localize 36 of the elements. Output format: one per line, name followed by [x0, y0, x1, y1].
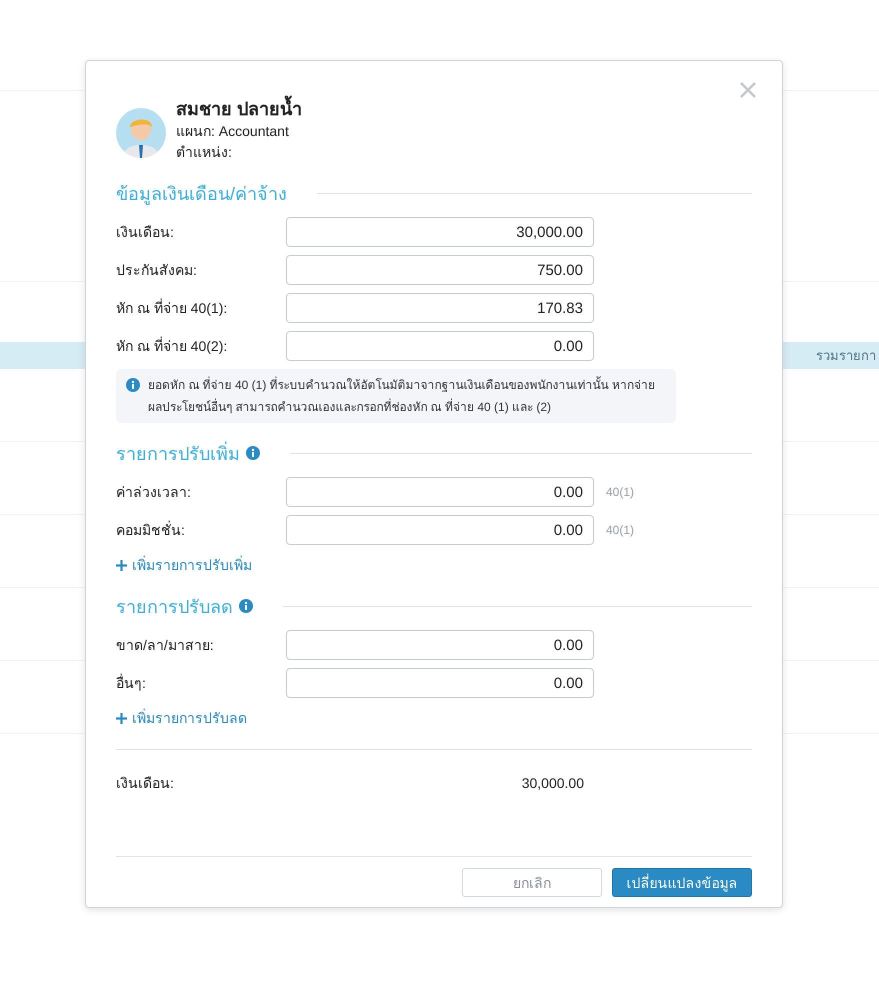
close-icon[interactable]: [740, 82, 756, 98]
input-field[interactable]: 0.00: [286, 668, 594, 698]
add-item-link[interactable]: เพิ่มรายการปรับเพิ่ม: [116, 554, 252, 576]
column-header: รวมรายกา: [816, 347, 876, 365]
field-label: หัก ณ ที่จ่าย 40(1):: [116, 298, 228, 318]
add-item-link[interactable]: เพิ่มรายการปรับลด: [116, 707, 247, 729]
info-icon: [126, 378, 140, 392]
input-field[interactable]: 30,000.00: [286, 217, 594, 247]
avatar-icon: [116, 108, 166, 158]
section-title: ข้อมูลเงินเดือน/ค่าจ้าง: [116, 182, 288, 207]
field-label: คอมมิชชั่น:: [116, 520, 186, 540]
section-title: รายการปรับลด: [116, 596, 233, 618]
input-field[interactable]: 0.00: [286, 331, 594, 361]
input-field[interactable]: 0.00: [286, 630, 594, 660]
field-label: หัก ณ ที่จ่าย 40(2):: [116, 336, 228, 356]
employee-name: สมชาย ปลายน้ำ: [176, 97, 302, 121]
field-label: ขาด/ลา/มาสาย:: [116, 636, 215, 655]
field-label: อื่นๆ:: [116, 672, 147, 693]
input-field[interactable]: 170.83: [286, 293, 594, 323]
section-title: รายการปรับเพิ่ม: [116, 440, 240, 466]
note-text: ยอดหัก ณ ที่จ่าย 40 (1) ที่ระบบคำนวณให้อัตโนมัติมาจากฐานเงินเดือนของพนักงานเท่านั้น หากจ่ายผลประโยชน์อื่นๆ สามารถคำนวณเองและกรอกที่ช่องหัก ณ ที่จ่าย 40 (1) และ (2): [148, 375, 656, 416]
tax-tag: 40(1): [606, 523, 634, 537]
field-label: ประกันสังคม:: [116, 261, 198, 280]
save-button[interactable]: เปลี่ยนแปลงข้อมูล: [612, 868, 752, 897]
input-field[interactable]: 750.00: [286, 255, 594, 285]
plus-icon: [116, 560, 127, 570]
position-text: ตำแหน่ง:: [176, 143, 233, 162]
department-text: แผนก: Accountant: [176, 122, 290, 141]
summary-value: 30,000.00: [520, 775, 585, 791]
tax-tag: 40(1): [606, 485, 634, 499]
field-label: ค่าล่วงเวลา:: [116, 483, 192, 502]
input-field[interactable]: 0.00: [286, 515, 594, 545]
field-label: เงินเดือน:: [116, 223, 175, 242]
input-field[interactable]: 0.00: [286, 477, 594, 507]
plus-icon: [116, 712, 127, 724]
summary-label: เงินเดือน:: [116, 774, 175, 793]
